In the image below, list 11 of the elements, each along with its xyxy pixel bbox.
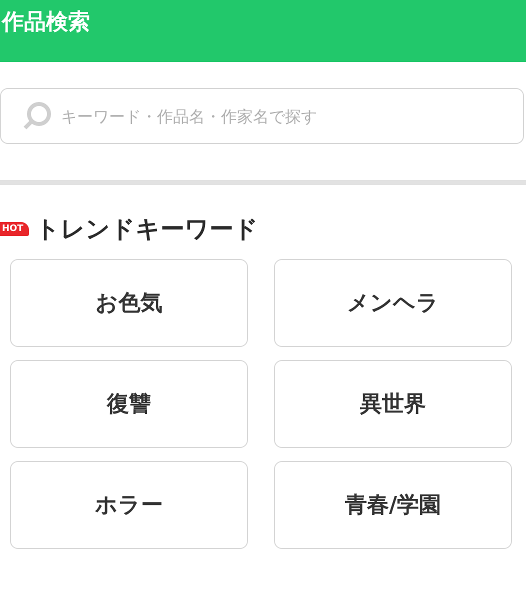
keyword-button[interactable]: 異世界 [274, 360, 512, 448]
keyword-button[interactable]: 復讐 [10, 360, 248, 448]
section-title: トレンドキーワード [35, 214, 258, 245]
search-icon [22, 101, 52, 131]
search-field[interactable]: キーワード・作品名・作家名で探す [0, 88, 524, 144]
keyword-button[interactable]: ホラー [10, 461, 248, 549]
hot-badge: HOT [0, 222, 30, 236]
keyword-button[interactable]: メンヘラ [274, 259, 512, 347]
keyword-button[interactable]: お色気 [10, 259, 248, 347]
keyword-button[interactable]: 青春/学園 [274, 461, 512, 549]
page-title: 作品検索 [2, 9, 90, 37]
